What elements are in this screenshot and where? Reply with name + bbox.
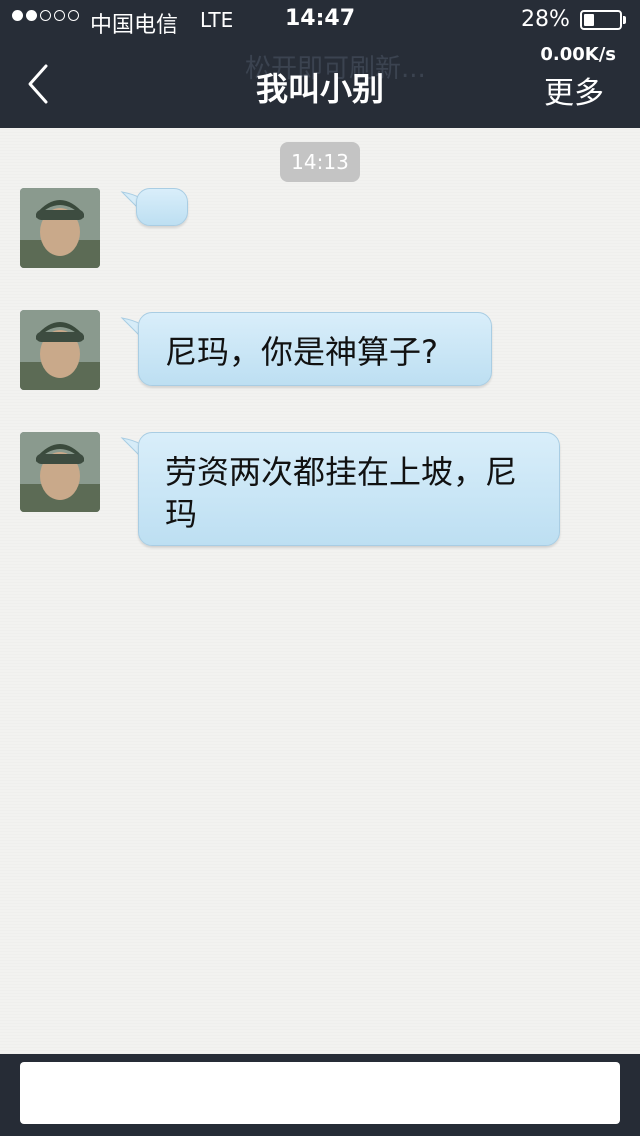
avatar[interactable] [20,432,100,512]
message-timestamp: 14:13 [280,142,360,182]
avatar[interactable] [20,310,100,390]
battery-tip [623,16,626,24]
more-button[interactable]: 更多 [544,68,604,112]
battery-icon [580,10,622,30]
network-speed: 0.00K/s [540,44,616,65]
message-bubble[interactable]: 劳资两次都挂在上坡，尼玛 [138,432,560,546]
nav-bar: 松开即可刷新... 我叫小别 0.00K/s 更多 [0,40,640,128]
message-bubble[interactable] [136,188,188,226]
message-bubble[interactable]: 尼玛，你是神算子? [138,312,492,386]
battery-level-fill [584,14,594,26]
battery-percentage: 28% [521,7,570,32]
avatar[interactable] [20,188,100,268]
chat-area[interactable]: 14:13 尼玛，你是神算子? 劳资两次都挂在上坡，尼玛 [0,128,640,1054]
message-input[interactable] [20,1062,620,1124]
input-bar [0,1054,640,1136]
status-bar: 中国电信 LTE 14:47 28% [0,0,640,40]
